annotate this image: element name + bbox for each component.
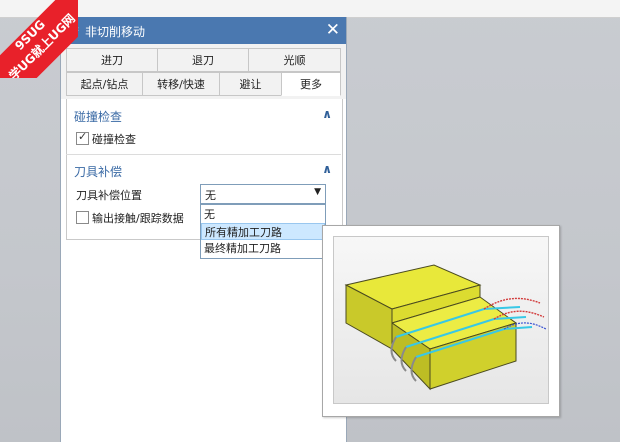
tab-avoidance[interactable]: 避让 — [219, 72, 282, 96]
chevron-up-icon[interactable]: ∧ — [322, 162, 332, 176]
tool-comp-position-select[interactable]: 无 ▼ — [200, 184, 326, 204]
dropdown-option-none[interactable]: 无 — [201, 206, 325, 223]
chevron-up-icon[interactable]: ∧ — [322, 107, 332, 121]
watermark-ribbon: 9SUG 学UG就上UG网 — [0, 0, 78, 78]
watermark-badge: 9SUG 学UG就上UG网 — [0, 0, 78, 78]
dropdown-option-final-finish-pass[interactable]: 最终精加工刀路 — [201, 240, 325, 257]
section-title-collision: 碰撞检查 — [74, 110, 123, 124]
select-value: 无 — [205, 189, 216, 202]
tab-smoothing[interactable]: 光顺 — [248, 48, 341, 72]
dropdown-arrow-icon[interactable]: ▼ — [314, 187, 321, 197]
section-title-tool-comp: 刀具补偿 — [74, 165, 123, 179]
tab-retract[interactable]: 退刀 — [157, 48, 249, 72]
collision-check-label: 碰撞检查 — [92, 133, 136, 146]
section-divider — [66, 154, 341, 155]
toolpath-preview-illustration — [344, 264, 547, 391]
non-cutting-moves-dialog: ⚙ 非切削移动 ✕ 进刀 退刀 光顺 起点/钻点 转移/快速 避让 更多 碰撞检… — [60, 17, 347, 442]
close-icon[interactable]: ✕ — [326, 20, 340, 40]
tab-transfer-rapid[interactable]: 转移/快速 — [142, 72, 220, 96]
dropdown-option-all-finish-passes[interactable]: 所有精加工刀路 — [201, 223, 325, 240]
dialog-titlebar[interactable]: ⚙ 非切削移动 ✕ — [61, 17, 346, 44]
tab-bar: 进刀 退刀 光顺 起点/钻点 转移/快速 避让 更多 — [61, 44, 346, 99]
tab-engage[interactable]: 进刀 — [66, 48, 158, 72]
preview-image — [333, 236, 549, 404]
dialog-title: 非切削移动 — [85, 25, 146, 39]
tool-comp-position-label: 刀具补偿位置 — [76, 189, 142, 202]
output-contact-tracking-checkbox[interactable] — [76, 211, 89, 224]
output-contact-tracking-label: 输出接触/跟踪数据 — [92, 212, 184, 225]
preview-image-panel — [322, 225, 560, 417]
app-top-bar — [0, 0, 620, 18]
tab-more[interactable]: 更多 — [281, 72, 341, 96]
watermark-line2: 学UG就上UG网 — [6, 11, 78, 78]
collision-check-checkbox[interactable] — [76, 130, 89, 145]
tool-comp-dropdown-list: 无 所有精加工刀路 最终精加工刀路 — [200, 204, 326, 259]
